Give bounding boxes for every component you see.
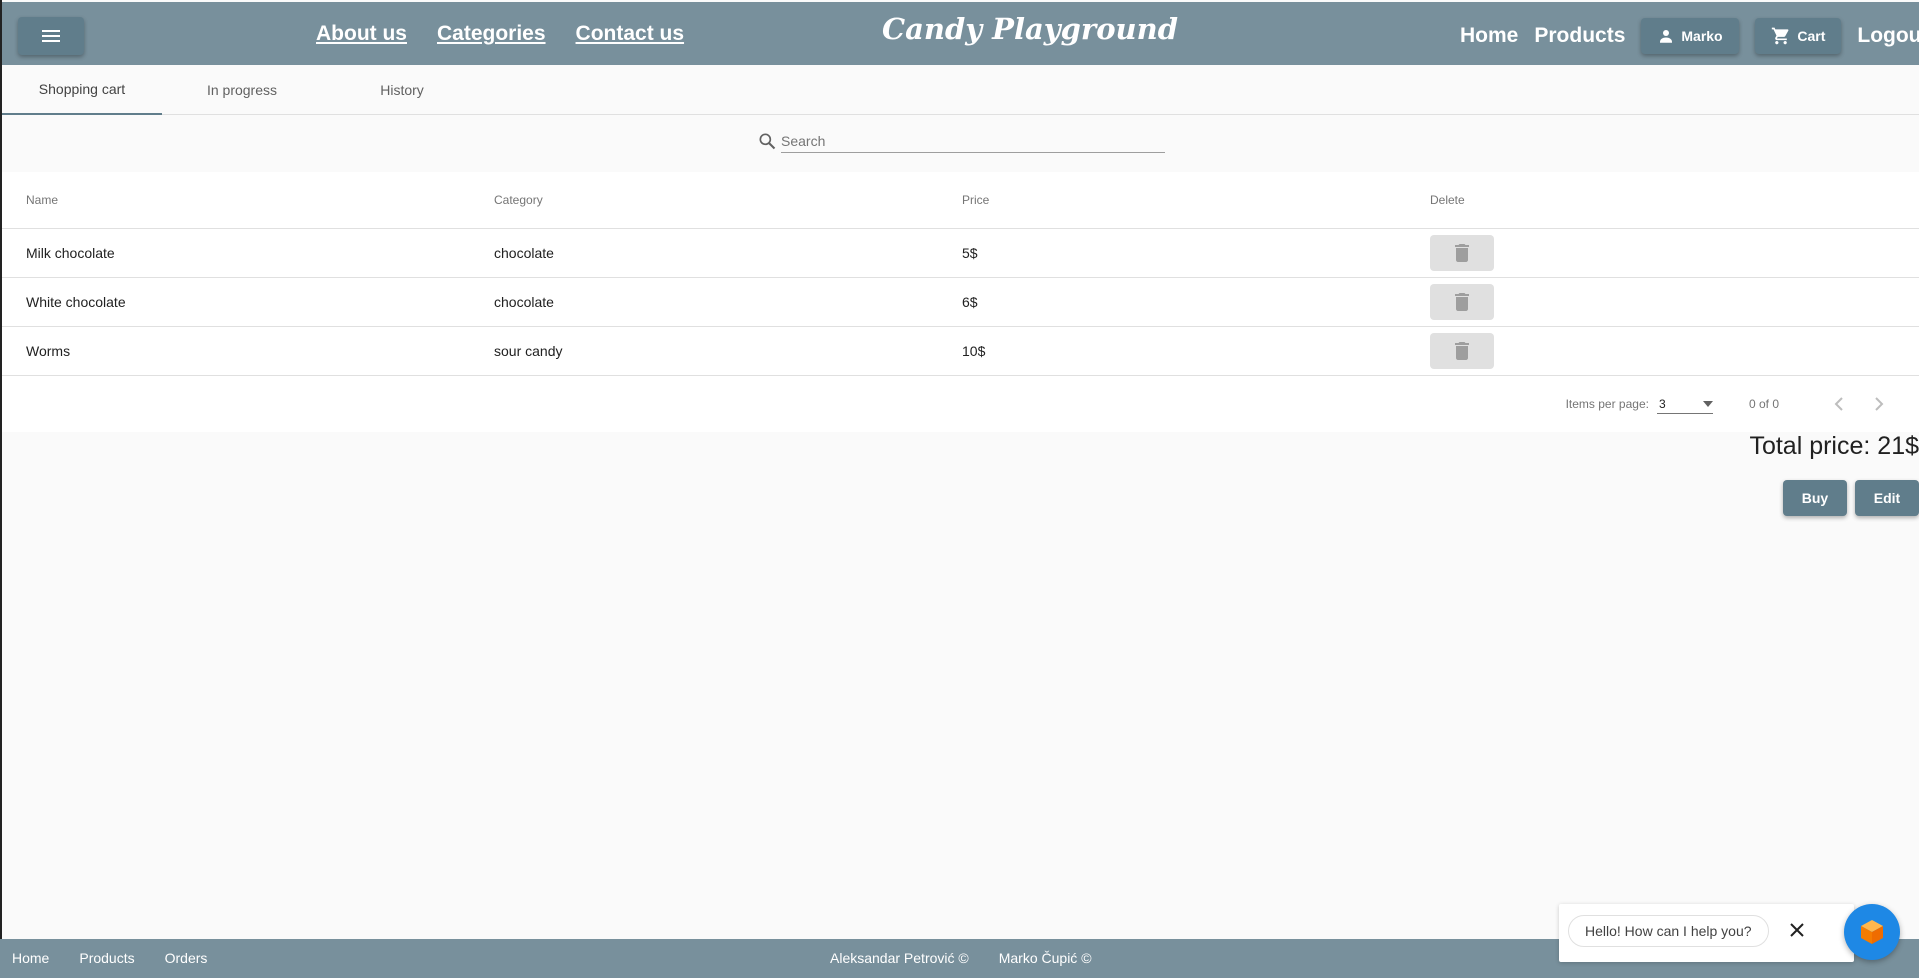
- table-row: Milk chocolate chocolate 5$: [2, 229, 1919, 278]
- cell-delete: [1406, 235, 1919, 271]
- table-row: Worms sour candy 10$: [2, 327, 1919, 376]
- column-header-delete: Delete: [1430, 193, 1465, 207]
- top-navbar: About us Categories Contact us Candy Pla…: [2, 2, 1919, 65]
- credit-author-2: Marko Čupić ©: [998, 950, 1092, 966]
- person-icon: [1660, 30, 1673, 43]
- hamburger-menu-icon: [42, 30, 60, 42]
- footer-link-products[interactable]: Products: [79, 950, 134, 966]
- cell-category: chocolate: [494, 294, 554, 310]
- credit-author-1: Aleksandar Petrović ©: [830, 950, 969, 966]
- cart-table: Name Category Price Delete Milk chocolat…: [2, 172, 1919, 432]
- cart-button[interactable]: Cart: [1755, 18, 1842, 54]
- user-name: Marko: [1681, 28, 1723, 44]
- nav-link-contact-us[interactable]: Contact us: [576, 22, 685, 46]
- delete-button[interactable]: [1430, 235, 1494, 271]
- tab-history[interactable]: History: [322, 65, 482, 115]
- menu-button[interactable]: [18, 17, 84, 55]
- nav-link-about-us[interactable]: About us: [316, 22, 407, 46]
- table-row: White chocolate chocolate 6$: [2, 278, 1919, 327]
- cell-delete: [1406, 333, 1919, 369]
- edit-button[interactable]: Edit: [1855, 480, 1919, 516]
- search-icon: [759, 133, 776, 150]
- footer-credits: Aleksandar Petrović © Marko Čupić ©: [830, 950, 1092, 966]
- paginator: Items per page: 3 0 of 0: [2, 376, 1919, 432]
- cell-name: Milk chocolate: [26, 245, 115, 261]
- cell-category: chocolate: [494, 245, 554, 261]
- chat-close-button[interactable]: [1787, 920, 1807, 940]
- chevron-right-icon: [1875, 397, 1884, 411]
- order-tabs: Shopping cart In progress History: [2, 65, 1919, 115]
- cell-name: White chocolate: [26, 294, 126, 310]
- cart-actions: Buy Edit: [1783, 480, 1919, 516]
- footer-links: Home Products Orders: [12, 950, 207, 966]
- delete-button[interactable]: [1430, 333, 1494, 369]
- footer-link-home[interactable]: Home: [12, 950, 49, 966]
- dropdown-arrow-icon: [1702, 400, 1713, 407]
- column-header-price: Price: [962, 193, 990, 207]
- chat-greeting-message[interactable]: Hello! How can I help you?: [1568, 915, 1769, 947]
- trash-icon: [1455, 342, 1469, 360]
- nav-products[interactable]: Products: [1534, 24, 1625, 48]
- tab-in-progress[interactable]: In progress: [162, 65, 322, 115]
- next-page-button[interactable]: [1859, 384, 1899, 424]
- search-bar: [757, 128, 1165, 154]
- chevron-left-icon: [1834, 397, 1843, 411]
- cell-price: 10$: [962, 343, 986, 359]
- brand-logo[interactable]: Candy Playground: [882, 12, 1178, 46]
- total-price: Total price: 21$: [1749, 432, 1919, 460]
- cell-name: Worms: [26, 343, 71, 359]
- column-header-category: Category: [494, 193, 543, 207]
- items-per-page-value: 3: [1658, 396, 1666, 411]
- tab-shopping-cart[interactable]: Shopping cart: [2, 65, 162, 115]
- search-input[interactable]: [781, 129, 1165, 153]
- footer-link-orders[interactable]: Orders: [165, 950, 208, 966]
- nav-link-categories[interactable]: Categories: [437, 22, 546, 46]
- window-left-edge: [0, 0, 2, 978]
- cart-label: Cart: [1797, 28, 1826, 44]
- secondary-nav: Home Products Marko Cart Logout: [1460, 18, 1919, 54]
- nav-home[interactable]: Home: [1460, 24, 1518, 48]
- column-header-name: Name: [26, 193, 59, 207]
- chatbot-cube-icon: [1861, 920, 1883, 944]
- chat-greeting-popup: Hello! How can I help you?: [1559, 904, 1854, 962]
- delete-button[interactable]: [1430, 284, 1494, 320]
- cell-delete: [1406, 284, 1919, 320]
- cell-category: sour candy: [494, 343, 563, 359]
- items-per-page-select[interactable]: 3: [1656, 394, 1713, 414]
- cell-price: 5$: [962, 245, 978, 261]
- close-icon: [1790, 923, 1804, 937]
- chat-launcher-button[interactable]: [1844, 904, 1900, 960]
- shopping-cart-icon: [1772, 27, 1789, 45]
- trash-icon: [1455, 244, 1469, 262]
- page-range-label: 0 of 0: [1748, 397, 1779, 411]
- primary-nav: About us Categories Contact us: [316, 22, 684, 46]
- table-header-row: Name Category Price Delete: [2, 172, 1919, 229]
- previous-page-button[interactable]: [1819, 384, 1859, 424]
- cell-price: 6$: [962, 294, 978, 310]
- buy-button[interactable]: Buy: [1783, 480, 1847, 516]
- user-button[interactable]: Marko: [1641, 18, 1740, 54]
- trash-icon: [1455, 293, 1469, 311]
- items-per-page-label: Items per page:: [1565, 397, 1649, 411]
- logout-link[interactable]: Logout: [1857, 24, 1919, 48]
